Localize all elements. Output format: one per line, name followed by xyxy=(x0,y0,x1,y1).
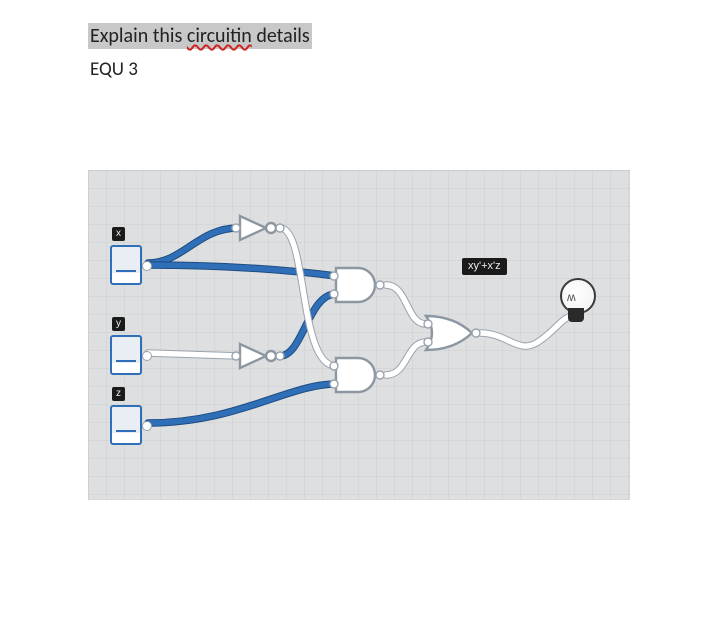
gate-or[interactable] xyxy=(424,316,480,350)
switch-x-port xyxy=(142,261,152,271)
switch-icon xyxy=(110,245,142,285)
switch-y-label: y xyxy=(112,317,125,331)
switch-icon xyxy=(110,405,142,445)
expression-label: xy'+x'z xyxy=(462,258,507,275)
bulb-base-icon xyxy=(568,308,584,322)
switch-x[interactable]: x xyxy=(110,245,142,285)
document-page: Explain this circuitin details EQU 3 xyxy=(0,0,719,636)
title-text-2: details xyxy=(252,24,310,48)
title-text-1: Explain this xyxy=(90,24,187,48)
title-misspelled-word: circuitin xyxy=(187,24,252,48)
bulb-filament-icon: ʍ xyxy=(567,291,576,303)
switch-z[interactable]: z xyxy=(110,405,142,445)
switch-icon xyxy=(110,335,142,375)
switch-z-port xyxy=(142,421,152,431)
switch-z-label: z xyxy=(112,387,125,401)
switch-y-port xyxy=(142,351,152,361)
circuit-canvas[interactable]: x y z xy'+x'z ʍ xyxy=(88,170,630,500)
gate-not-x[interactable] xyxy=(232,216,284,240)
switch-x-label: x xyxy=(112,227,125,241)
gate-and-1[interactable] xyxy=(330,268,384,302)
title-highlight: Explain this circuitin details xyxy=(88,23,312,49)
switch-y[interactable]: y xyxy=(110,335,142,375)
output-bulb[interactable]: ʍ xyxy=(558,278,594,326)
gate-not-y[interactable] xyxy=(232,344,284,368)
gate-and-2[interactable] xyxy=(330,358,384,392)
page-title: Explain this circuitin details xyxy=(88,24,312,48)
gates-layer xyxy=(88,170,630,500)
subtitle: EQU 3 xyxy=(90,58,138,81)
